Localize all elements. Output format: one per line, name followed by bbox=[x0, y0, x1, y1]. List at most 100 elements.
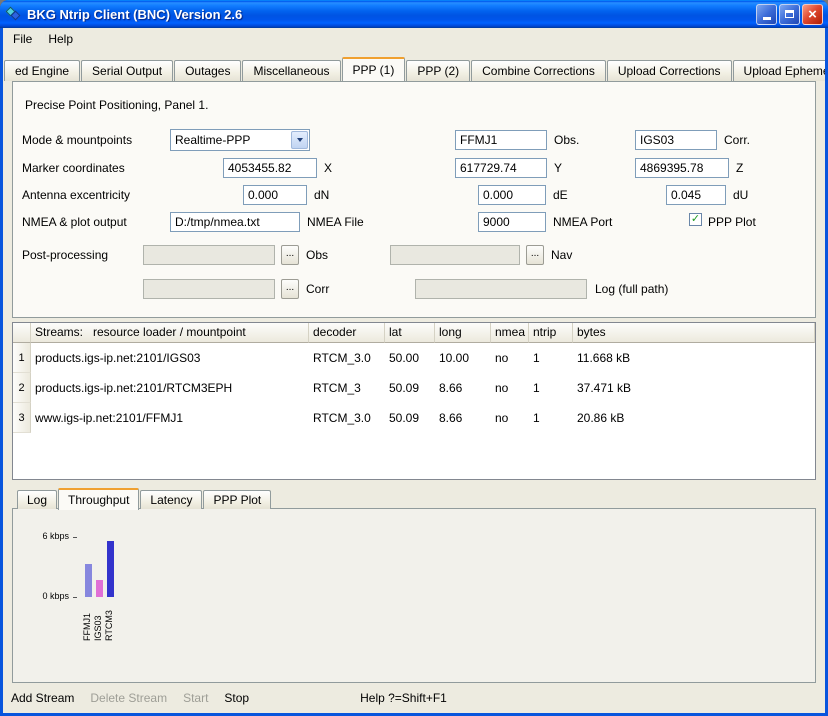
tab-miscellaneous[interactable]: Miscellaneous bbox=[242, 60, 340, 81]
nmea-port-input[interactable] bbox=[478, 212, 546, 232]
add-stream-button[interactable]: Add Stream bbox=[11, 691, 74, 705]
minimize-button[interactable] bbox=[756, 4, 777, 25]
de-label: dE bbox=[553, 188, 568, 202]
cell-ntrip: 1 bbox=[529, 373, 573, 403]
antenna-dn-input[interactable] bbox=[243, 185, 307, 205]
tab-ppp-2[interactable]: PPP (2) bbox=[406, 60, 470, 81]
y-tick-label-max: 6 kbps bbox=[25, 531, 69, 541]
main-tabbar: ed Engine Serial Output Outages Miscella… bbox=[3, 50, 825, 81]
browse-corr-button[interactable]: ... bbox=[281, 279, 299, 299]
z-label: Z bbox=[736, 161, 743, 175]
mode-value: Realtime-PPP bbox=[171, 133, 290, 147]
tab-ppp-plot[interactable]: PPP Plot bbox=[203, 490, 271, 509]
cell-bytes: 37.471 kB bbox=[573, 373, 815, 403]
dn-label: dN bbox=[314, 188, 329, 202]
mode-label: Mode & mountpoints bbox=[22, 133, 132, 147]
y-tick-mark bbox=[73, 597, 77, 598]
cell-bytes: 11.668 kB bbox=[573, 343, 815, 373]
tab-upload-ephemeris[interactable]: Upload Ephemeris bbox=[733, 60, 825, 81]
y-tick-mark bbox=[73, 537, 77, 538]
window-title: BKG Ntrip Client (BNC) Version 2.6 bbox=[27, 7, 756, 22]
tab-latency[interactable]: Latency bbox=[140, 490, 202, 509]
stream-row[interactable]: 2 products.igs-ip.net:2101/RTCM3EPH RTCM… bbox=[13, 373, 815, 403]
post-obs-input[interactable] bbox=[143, 245, 275, 265]
mode-combobox[interactable]: Realtime-PPP bbox=[170, 129, 310, 151]
y-label: Y bbox=[554, 161, 562, 175]
col-header-nmea[interactable]: nmea bbox=[491, 323, 529, 343]
cell-long: 8.66 bbox=[435, 403, 491, 433]
stop-button[interactable]: Stop bbox=[224, 691, 249, 705]
app-window: BKG Ntrip Client (BNC) Version 2.6 × Fil… bbox=[0, 0, 828, 716]
chart-bar-ffmj1 bbox=[85, 564, 92, 597]
post-obs-label: Obs bbox=[306, 248, 328, 262]
app-icon bbox=[6, 6, 22, 22]
tab-throughput[interactable]: Throughput bbox=[58, 488, 139, 510]
bottom-tabbar: Log Throughput Latency PPP Plot bbox=[12, 487, 816, 509]
tab-serial-output[interactable]: Serial Output bbox=[81, 60, 173, 81]
browse-nav-button[interactable]: ... bbox=[526, 245, 544, 265]
close-icon: × bbox=[808, 5, 817, 24]
tab-upload-corrections[interactable]: Upload Corrections bbox=[607, 60, 732, 81]
ppp-plot-checkbox[interactable]: ✓ bbox=[689, 213, 702, 226]
row-number: 1 bbox=[13, 343, 31, 373]
menu-help[interactable]: Help bbox=[40, 30, 81, 48]
tab-feed-engine[interactable]: ed Engine bbox=[4, 60, 80, 81]
cell-nmea: no bbox=[491, 343, 529, 373]
tab-log[interactable]: Log bbox=[17, 490, 57, 509]
col-header-mountpoint[interactable]: Streams: resource loader / mountpoint bbox=[31, 323, 309, 343]
x-label-ffmj1: FFMJ1 bbox=[82, 603, 89, 641]
dropdown-arrow-icon[interactable] bbox=[291, 131, 308, 149]
start-button[interactable]: Start bbox=[183, 691, 208, 705]
streams-header-row: Streams: resource loader / mountpoint de… bbox=[13, 323, 815, 343]
post-log-input[interactable] bbox=[415, 279, 587, 299]
tab-combine-corrections[interactable]: Combine Corrections bbox=[471, 60, 606, 81]
checkmark-icon: ✓ bbox=[691, 214, 700, 225]
col-header-lat[interactable]: lat bbox=[385, 323, 435, 343]
nmea-port-label: NMEA Port bbox=[553, 215, 612, 229]
marker-z-input[interactable] bbox=[635, 158, 729, 178]
cell-lat: 50.09 bbox=[385, 403, 435, 433]
marker-x-input[interactable] bbox=[223, 158, 317, 178]
corr-mountpoint-input[interactable] bbox=[635, 130, 717, 150]
antenna-de-input[interactable] bbox=[478, 185, 546, 205]
obs-label: Obs. bbox=[554, 133, 579, 147]
throughput-chart: 6 kbps 0 kbps FFMJ1 IGS03 RTCM3 bbox=[12, 508, 816, 683]
row-number: 2 bbox=[13, 373, 31, 403]
tab-outages[interactable]: Outages bbox=[174, 60, 241, 81]
post-corr-input[interactable] bbox=[143, 279, 275, 299]
statusbar: Add Stream Delete Stream Start Stop Help… bbox=[3, 683, 825, 713]
post-processing-label: Post-processing bbox=[22, 248, 108, 262]
post-log-label: Log (full path) bbox=[595, 282, 668, 296]
col-header-ntrip[interactable]: ntrip bbox=[529, 323, 573, 343]
col-header-bytes[interactable]: bytes bbox=[573, 323, 815, 343]
antenna-du-input[interactable] bbox=[666, 185, 726, 205]
cell-nmea: no bbox=[491, 373, 529, 403]
cell-lat: 50.00 bbox=[385, 343, 435, 373]
cell-bytes: 20.86 kB bbox=[573, 403, 815, 433]
cell-lat: 50.09 bbox=[385, 373, 435, 403]
stream-row[interactable]: 1 products.igs-ip.net:2101/IGS03 RTCM_3.… bbox=[13, 343, 815, 373]
streams-table: Streams: resource loader / mountpoint de… bbox=[12, 322, 816, 480]
maximize-icon bbox=[785, 10, 794, 18]
cell-decoder: RTCM_3 bbox=[309, 373, 385, 403]
row-number: 3 bbox=[13, 403, 31, 433]
menu-file[interactable]: File bbox=[5, 30, 40, 48]
post-nav-input[interactable] bbox=[390, 245, 520, 265]
titlebar[interactable]: BKG Ntrip Client (BNC) Version 2.6 × bbox=[0, 0, 828, 28]
delete-stream-button[interactable]: Delete Stream bbox=[90, 691, 167, 705]
tab-ppp-1[interactable]: PPP (1) bbox=[342, 57, 406, 81]
maximize-button[interactable] bbox=[779, 4, 800, 25]
stream-row[interactable]: 3 www.igs-ip.net:2101/FFMJ1 RTCM_3.0 50.… bbox=[13, 403, 815, 433]
browse-obs-button[interactable]: ... bbox=[281, 245, 299, 265]
col-header-long[interactable]: long bbox=[435, 323, 491, 343]
corr-label: Corr. bbox=[724, 133, 750, 147]
marker-y-input[interactable] bbox=[455, 158, 547, 178]
obs-mountpoint-input[interactable] bbox=[455, 130, 547, 150]
close-button[interactable]: × bbox=[802, 4, 823, 25]
nmea-file-label: NMEA File bbox=[307, 215, 364, 229]
cell-decoder: RTCM_3.0 bbox=[309, 343, 385, 373]
cell-mountpoint: products.igs-ip.net:2101/IGS03 bbox=[31, 343, 309, 373]
cell-ntrip: 1 bbox=[529, 343, 573, 373]
nmea-file-input[interactable] bbox=[170, 212, 300, 232]
col-header-decoder[interactable]: decoder bbox=[309, 323, 385, 343]
